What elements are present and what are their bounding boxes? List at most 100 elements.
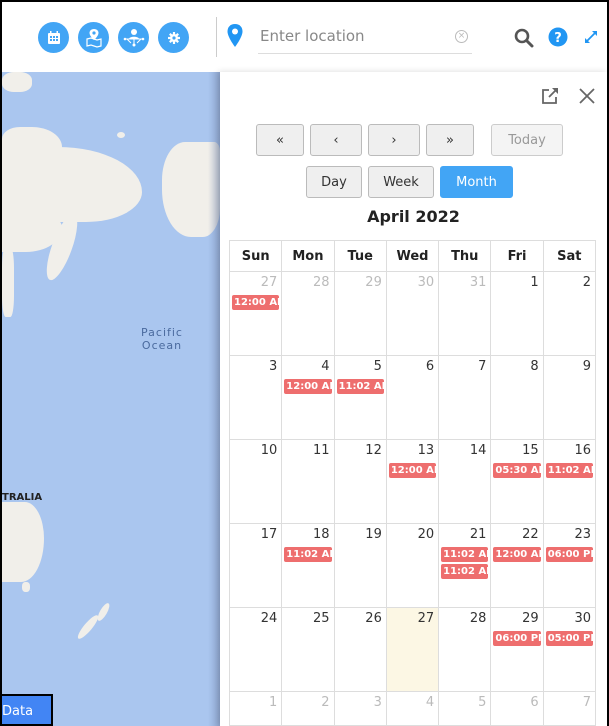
weekday-header: Sat — [542, 240, 597, 272]
week-row: 24 25 26 27 28 29 06:00 PM 30 05:00 PM — [228, 607, 597, 692]
day-cell[interactable]: 9 — [542, 355, 597, 440]
day-number: 3 — [373, 695, 382, 710]
calendar-event[interactable]: 12:00 AM — [284, 379, 332, 394]
day-cell[interactable]: 14 — [438, 439, 492, 524]
clear-location-icon[interactable]: × — [455, 30, 468, 43]
day-cell[interactable]: 4 — [385, 691, 440, 726]
calendar-event[interactable]: 11:02 AM — [441, 547, 489, 562]
calendar-event[interactable]: 11:02 AM — [284, 547, 332, 562]
day-cell[interactable]: 22 12:00 AM — [490, 523, 544, 608]
day-number: 6 — [530, 695, 539, 710]
day-cell[interactable]: 2 — [281, 691, 335, 726]
view-month-button[interactable]: Month — [440, 166, 513, 198]
calendar-event[interactable]: 06:00 PM — [545, 547, 593, 562]
day-number: 13 — [417, 443, 435, 458]
day-number: 4 — [321, 359, 330, 374]
today-button[interactable]: Today — [491, 124, 563, 156]
day-cell[interactable]: 28 — [438, 607, 492, 692]
day-cell[interactable]: 4 12:00 AM — [281, 355, 335, 440]
weekday-header: Mon — [281, 240, 335, 272]
day-number: 2 — [582, 275, 591, 290]
day-cell[interactable]: 1 — [228, 691, 283, 726]
day-cell[interactable]: 10 — [228, 439, 283, 524]
day-cell[interactable]: 18 11:02 AM — [281, 523, 335, 608]
calendar-event[interactable]: 05:30 AM — [493, 463, 541, 478]
first-page-button[interactable]: « — [256, 124, 304, 156]
day-cell[interactable]: 20 — [385, 523, 440, 608]
day-cell[interactable]: 5 — [438, 691, 492, 726]
day-cell[interactable]: 1 — [490, 271, 544, 356]
day-cell[interactable]: 30 05:00 PM — [542, 607, 597, 692]
week-row: 17 18 11:02 AM 19 20 21 11:02 AM 11:02 AM 22 12:0… — [228, 523, 597, 608]
day-number: 10 — [260, 443, 278, 458]
day-cell[interactable]: 28 — [281, 271, 335, 356]
calendar-button[interactable] — [38, 22, 69, 53]
next-button[interactable]: › — [368, 124, 420, 156]
day-cell[interactable]: 3 — [228, 355, 283, 440]
day-cell[interactable]: 3 — [333, 691, 387, 726]
day-cell[interactable]: 27 12:00 AM — [228, 271, 283, 356]
calendar-event[interactable]: 12:00 AM — [388, 463, 437, 478]
map-location-button[interactable] — [78, 22, 109, 53]
day-cell[interactable]: 17 — [228, 523, 283, 608]
day-cell[interactable]: 29 — [333, 271, 387, 356]
calendar-event[interactable]: 11:02 AM — [545, 463, 593, 478]
day-cell[interactable]: 31 — [438, 271, 492, 356]
day-cell[interactable]: 29 06:00 PM — [490, 607, 544, 692]
day-cell[interactable]: 15 05:30 AM — [490, 439, 544, 524]
day-number: 20 — [417, 527, 435, 542]
day-cell[interactable]: 2 — [542, 271, 597, 356]
calendar-event[interactable]: 12:00 AM — [493, 547, 541, 562]
last-page-button[interactable]: » — [426, 124, 474, 156]
day-cell[interactable]: 8 — [490, 355, 544, 440]
day-cell[interactable]: 16 11:02 AM — [542, 439, 597, 524]
day-cell[interactable]: 6 — [490, 691, 544, 726]
user-network-icon — [123, 28, 144, 46]
map-view[interactable]: Pacific Ocean TRALIA — [2, 72, 220, 726]
previous-button[interactable]: ‹ — [310, 124, 362, 156]
weekday-header: Tue — [333, 240, 387, 272]
day-number: 16 — [574, 443, 591, 458]
search-icon[interactable] — [514, 28, 534, 48]
day-cell[interactable]: 19 — [333, 523, 387, 608]
view-week-button[interactable]: Week — [368, 166, 434, 198]
day-cell[interactable]: 7 — [542, 691, 597, 726]
calendar-event[interactable]: 06:00 PM — [493, 631, 541, 646]
day-cell[interactable]: 23 06:00 PM — [542, 523, 597, 608]
day-cell[interactable]: 21 11:02 AM 11:02 AM — [438, 523, 492, 608]
day-cell[interactable]: 26 — [333, 607, 387, 692]
day-cell[interactable]: 30 — [385, 271, 440, 356]
data-button[interactable]: Data — [2, 694, 53, 726]
open-external-icon[interactable] — [540, 86, 560, 106]
calendar-event[interactable]: 11:02 AM — [336, 379, 384, 394]
calendar-event[interactable]: 05:00 PM — [545, 631, 593, 646]
week-row: 10 11 12 13 12:00 AM 14 15 05:30 AM 16 11:02 AM — [228, 439, 597, 524]
day-number: 30 — [417, 275, 435, 290]
help-icon[interactable]: ? — [548, 27, 568, 47]
day-cell[interactable]: 5 11:02 AM — [333, 355, 387, 440]
weekday-header: Thu — [438, 240, 492, 272]
day-number: 11 — [313, 443, 330, 458]
day-cell[interactable]: 25 — [281, 607, 335, 692]
land-mass — [95, 601, 112, 623]
gear-icon — [167, 31, 180, 44]
close-icon[interactable] — [578, 87, 596, 105]
calendar-event[interactable]: 12:00 AM — [232, 295, 280, 310]
day-cell-today[interactable]: 27 — [385, 607, 440, 692]
view-day-button[interactable]: Day — [306, 166, 362, 198]
day-cell[interactable]: 24 — [228, 607, 283, 692]
weekday-header: Wed — [385, 240, 440, 272]
day-cell[interactable]: 7 — [438, 355, 492, 440]
day-cell[interactable]: 12 — [333, 439, 387, 524]
calendar-event[interactable]: 11:02 AM — [441, 564, 489, 579]
fullscreen-icon[interactable] — [583, 29, 599, 45]
day-cell[interactable]: 11 — [281, 439, 335, 524]
month-title: April 2022 — [367, 207, 460, 226]
day-cell[interactable]: 6 — [385, 355, 440, 440]
day-number: 15 — [522, 443, 539, 458]
week-row: 1 2 3 4 5 6 7 — [228, 691, 597, 726]
day-cell[interactable]: 13 12:00 AM — [385, 439, 440, 524]
location-input[interactable] — [258, 20, 448, 52]
network-button[interactable] — [118, 22, 149, 53]
settings-button[interactable] — [158, 22, 189, 53]
